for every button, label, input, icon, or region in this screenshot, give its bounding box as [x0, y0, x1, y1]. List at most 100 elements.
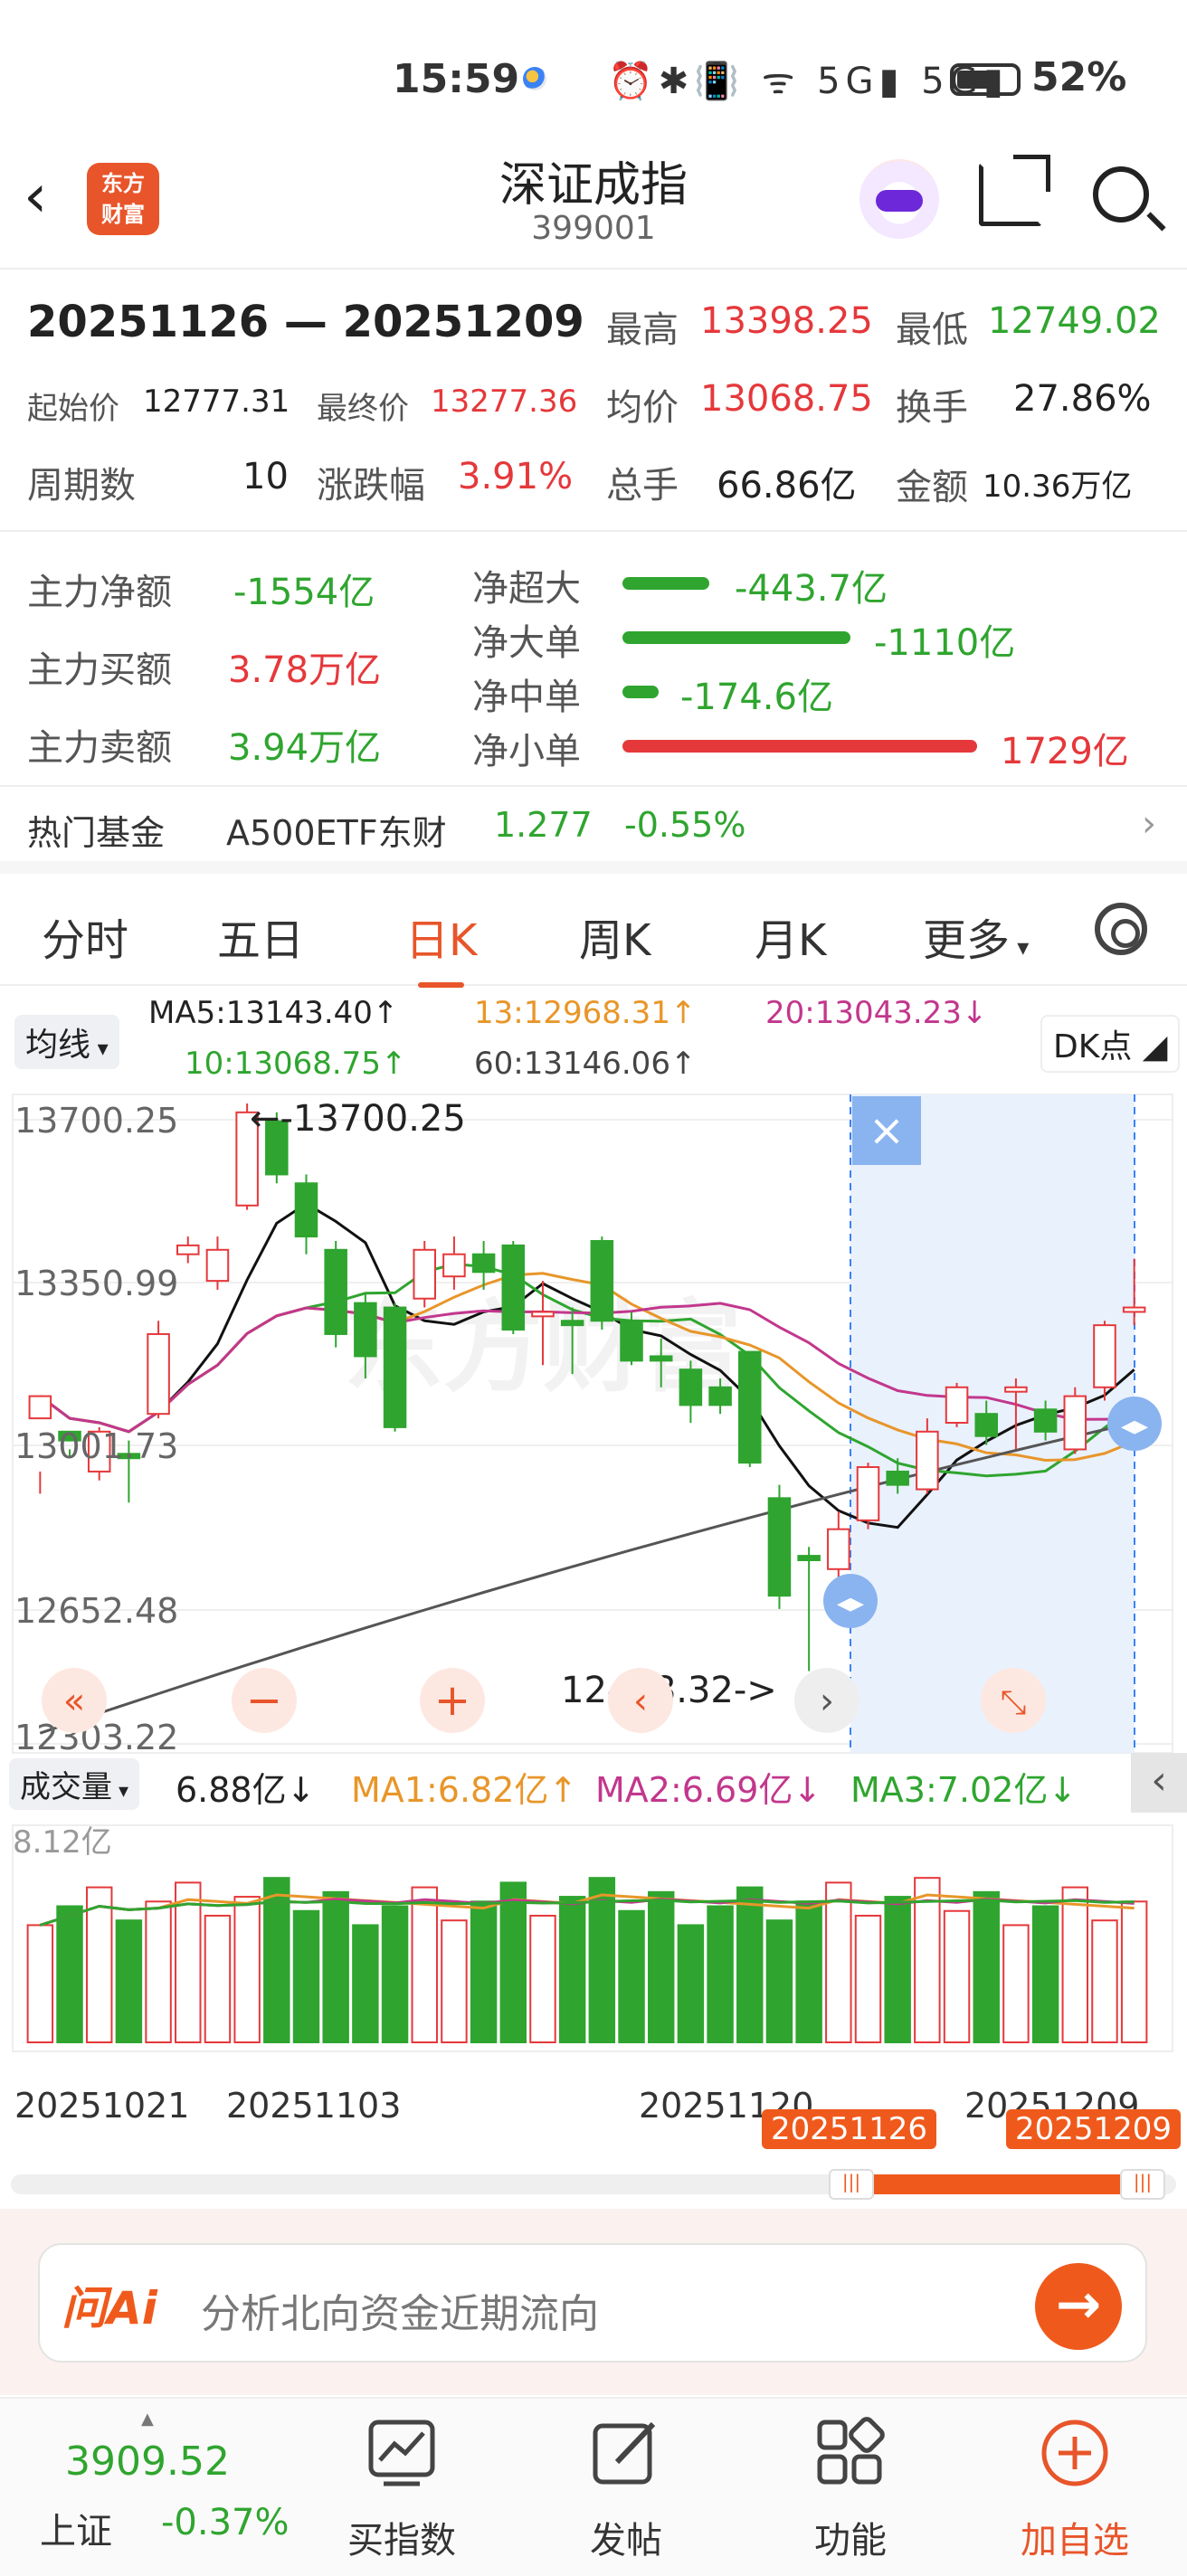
net-label: 主力净额 [27, 572, 172, 613]
nav-functions[interactable]: 功能 [769, 2511, 932, 2563]
volume-bar [1120, 1900, 1148, 2043]
change-value: 3.91% [458, 456, 574, 497]
caret-up-icon: ▲ [141, 2410, 154, 2429]
collapse-panel-button[interactable]: ‹ [1131, 1753, 1187, 1813]
candle-body [737, 1350, 762, 1464]
volume-bar [943, 1909, 971, 2043]
candle-body [413, 1248, 437, 1300]
volume-bar [973, 1890, 1000, 2043]
volume-bar [352, 1924, 379, 2043]
volume-bar [558, 1896, 586, 2043]
hot-fund-row[interactable]: 热门基金 A500ETF东财 1.277 -0.55% › [0, 787, 1187, 874]
dk-point-button[interactable]: DK点 ◢ [1040, 1015, 1181, 1073]
tab-more[interactable]: 更多 ▾ [923, 904, 1029, 968]
sell-value: 3.94万亿 [228, 727, 382, 769]
max-price-label: ←-13700.25 [250, 1098, 466, 1140]
volume-selector-label: 成交量 [20, 1769, 112, 1805]
flow-row-value: -443.7亿 [735, 568, 888, 610]
range-scrollbar[interactable]: ||| ||| [11, 2169, 1176, 2200]
candle-body [1122, 1306, 1146, 1313]
change-label: 涨跌幅 [317, 465, 425, 507]
range-scrollbar-thumb[interactable] [834, 2174, 1138, 2194]
buy-value: 3.78万亿 [228, 649, 382, 691]
open-label: 起始价 [27, 391, 119, 427]
caret-down-icon: ▾ [112, 1780, 129, 1803]
ma13-value: 13:12968.31↑ [474, 995, 697, 1031]
vol-ma3-line [39, 1899, 1135, 1927]
volume-legend: 成交量 ▾ 6.88亿↓ MA1:6.82亿↑ MA2:6.69亿↓ MA3:7… [0, 1753, 1187, 1816]
tab-five-day[interactable]: 五日 [217, 904, 304, 968]
ai-prompt-box[interactable]: 问Ai 分析北向资金近期流向 → [38, 2243, 1147, 2363]
range-handle-right[interactable]: ||| [1120, 2169, 1165, 2200]
ai-robot-icon[interactable] [859, 159, 939, 239]
ai-prompt-text[interactable]: 分析北向资金近期流向 [201, 2281, 599, 2339]
plus-icon[interactable]: + [434, 1675, 470, 1726]
volume-bar [647, 1890, 675, 2043]
drag-handle-icon[interactable]: ◂▸ [837, 1587, 864, 1619]
expand-icon[interactable]: ⤡ [1001, 1684, 1027, 1721]
share-icon[interactable] [979, 155, 1050, 226]
ma10-value: 10:13068.75↑ [185, 1046, 407, 1082]
chevron-right-icon[interactable]: › [820, 1681, 834, 1722]
chevron-left-icon[interactable]: ‹ [633, 1681, 648, 1722]
candle-body [590, 1239, 614, 1322]
ai-logo: 问Ai [62, 2282, 157, 2334]
turnover-value: 27.86% [1013, 378, 1152, 420]
nav-buy-index[interactable]: 买指数 [320, 2511, 483, 2563]
status-icons: ⏰✱📳 ᯤ 5G▮ 5G▮ [608, 61, 1009, 102]
fund-name[interactable]: A500ETF东财 [226, 805, 447, 855]
double-chevron-left-icon[interactable]: « [63, 1681, 85, 1722]
date-range: 20251126 — 20251209 [27, 297, 584, 347]
ma5-value: MA5:13143.40↑ [148, 995, 399, 1031]
candle-body [354, 1302, 377, 1358]
candle-body [708, 1386, 732, 1406]
volume-value: 6.88亿↓ [176, 1770, 316, 1810]
volume-selector[interactable]: 成交量 ▾ [9, 1758, 140, 1810]
candle-body [1033, 1408, 1058, 1433]
chevron-right-icon[interactable]: › [1142, 803, 1156, 845]
tab-daily-k[interactable]: 日K [405, 904, 477, 988]
x-label: 20251103 [226, 2086, 402, 2126]
sell-label: 主力卖额 [27, 727, 172, 769]
y-tick-label: 13350.99 [14, 1264, 178, 1303]
edit-icon[interactable] [590, 2417, 662, 2489]
kline-chart[interactable]: × 东方财富 13700.2513350.9913001.7312652.481… [0, 1093, 1187, 2178]
flow-bar [622, 686, 659, 698]
candle-body [176, 1244, 200, 1255]
minus-icon[interactable]: − [246, 1675, 282, 1726]
gear-icon[interactable] [1095, 903, 1147, 955]
amount-value: 10.36万亿 [983, 469, 1133, 505]
arrow-right-icon[interactable]: → [1035, 2263, 1122, 2350]
drag-handle-icon[interactable]: ◂▸ [1121, 1410, 1148, 1442]
close-icon[interactable]: × [869, 1105, 905, 1156]
chart-icon[interactable] [366, 2417, 438, 2489]
nav-post[interactable]: 发帖 [545, 2511, 707, 2563]
flow-bar [622, 577, 709, 590]
candle-body [501, 1244, 526, 1331]
index-change: -0.37% [161, 2502, 290, 2543]
range-start-tag: 20251126 [762, 2109, 937, 2149]
range-handle-left[interactable]: ||| [829, 2169, 874, 2200]
volume-bar [441, 1919, 468, 2043]
add-circle-icon[interactable] [1039, 2417, 1111, 2489]
tab-intraday[interactable]: 分时 [42, 904, 128, 968]
apps-icon[interactable] [814, 2417, 887, 2489]
candle-body [1063, 1395, 1087, 1451]
nav-add-watchlist[interactable]: 加自选 [993, 2511, 1156, 2563]
ma-selector[interactable]: 均线 ▾ [14, 1015, 119, 1069]
periods-value: 10 [242, 456, 289, 497]
y-tick-label: 13001.73 [14, 1426, 178, 1466]
volume-bar [1061, 1886, 1089, 2043]
volume-bar [85, 1886, 113, 2043]
search-icon[interactable] [1093, 166, 1149, 223]
tab-weekly-k[interactable]: 周K [579, 904, 650, 968]
candle-body [1004, 1386, 1028, 1393]
close-label: 最终价 [317, 391, 409, 427]
candle-body [471, 1253, 496, 1274]
tab-monthly-k[interactable]: 月K [755, 904, 826, 968]
volume-value: 66.86亿 [717, 465, 857, 507]
candle-body [205, 1248, 230, 1283]
high-label: 最高 [606, 309, 679, 351]
candle-body [886, 1470, 909, 1486]
candle-body [620, 1320, 643, 1362]
